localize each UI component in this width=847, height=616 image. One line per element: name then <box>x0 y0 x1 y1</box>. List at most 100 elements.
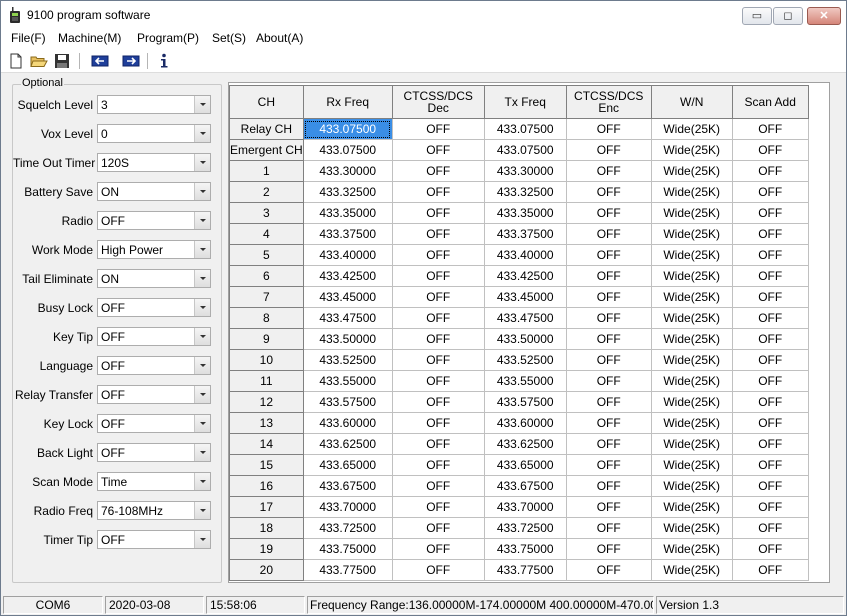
table-cell[interactable]: OFF <box>565 286 652 308</box>
channel-label-cell[interactable]: 3 <box>229 202 304 224</box>
channel-label-cell[interactable]: 10 <box>229 349 304 371</box>
table-cell[interactable]: OFF <box>565 349 652 371</box>
new-file-icon[interactable] <box>7 52 25 70</box>
channel-label-cell[interactable]: Relay CH <box>229 118 304 140</box>
table-cell[interactable]: Wide(25K) <box>650 202 733 224</box>
battery-save-select[interactable]: ON <box>97 182 211 201</box>
table-cell[interactable]: Wide(25K) <box>650 244 733 266</box>
table-cell[interactable]: 433.60000 <box>483 412 567 434</box>
read-from-radio-icon[interactable] <box>91 52 109 70</box>
chevron-down-icon[interactable] <box>194 415 210 432</box>
table-cell[interactable]: OFF <box>391 139 485 161</box>
chevron-down-icon[interactable] <box>194 531 210 548</box>
chevron-down-icon[interactable] <box>194 212 210 229</box>
table-cell[interactable]: OFF <box>391 412 485 434</box>
table-cell[interactable]: 433.50000 <box>302 328 393 350</box>
table-cell[interactable]: OFF <box>391 307 485 329</box>
table-cell[interactable]: 433.67500 <box>302 475 393 497</box>
table-cell[interactable]: 433.45000 <box>302 286 393 308</box>
table-cell[interactable]: 433.72500 <box>483 517 567 539</box>
channel-label-cell[interactable]: 15 <box>229 454 304 476</box>
timer-tip-select[interactable]: OFF <box>97 530 211 549</box>
back-light-select[interactable]: OFF <box>97 443 211 462</box>
table-cell[interactable]: 433.52500 <box>483 349 567 371</box>
table-cell[interactable]: OFF <box>391 265 485 287</box>
table-cell[interactable]: OFF <box>731 160 809 182</box>
chevron-down-icon[interactable] <box>194 299 210 316</box>
table-cell[interactable]: Wide(25K) <box>650 223 733 245</box>
channel-label-cell[interactable]: 1 <box>229 160 304 182</box>
table-cell[interactable]: Wide(25K) <box>650 328 733 350</box>
chevron-down-icon[interactable] <box>194 154 210 171</box>
table-cell[interactable]: OFF <box>391 223 485 245</box>
channel-label-cell[interactable]: 9 <box>229 328 304 350</box>
table-cell[interactable]: Wide(25K) <box>650 433 733 455</box>
table-cell[interactable]: 433.72500 <box>302 517 393 539</box>
channel-label-cell[interactable]: 8 <box>229 307 304 329</box>
table-cell[interactable]: OFF <box>565 328 652 350</box>
table-cell[interactable]: 433.07500 <box>483 118 567 140</box>
table-cell[interactable]: Wide(25K) <box>650 412 733 434</box>
radio-select[interactable]: OFF <box>97 211 211 230</box>
chevron-down-icon[interactable] <box>194 241 210 258</box>
table-cell[interactable]: OFF <box>731 412 809 434</box>
table-cell[interactable]: 433.75000 <box>483 538 567 560</box>
channel-label-cell[interactable]: 11 <box>229 370 304 392</box>
maximize-button[interactable]: ◻ <box>773 7 803 25</box>
table-cell[interactable]: OFF <box>565 160 652 182</box>
table-cell[interactable]: 433.32500 <box>302 181 393 203</box>
table-cell[interactable]: Wide(25K) <box>650 181 733 203</box>
table-cell[interactable]: OFF <box>391 286 485 308</box>
table-cell[interactable]: 433.60000 <box>302 412 393 434</box>
table-cell[interactable]: 433.32500 <box>483 181 567 203</box>
table-cell[interactable]: Wide(25K) <box>650 559 733 581</box>
language-select[interactable]: OFF <box>97 356 211 375</box>
table-cell[interactable]: OFF <box>731 349 809 371</box>
table-cell[interactable]: OFF <box>731 202 809 224</box>
table-cell[interactable]: OFF <box>565 118 652 140</box>
table-cell[interactable]: OFF <box>391 454 485 476</box>
table-cell[interactable]: 433.07500 <box>302 118 393 140</box>
table-cell[interactable]: OFF <box>391 328 485 350</box>
table-cell[interactable]: 433.47500 <box>302 307 393 329</box>
table-cell[interactable]: 433.45000 <box>483 286 567 308</box>
save-disk-icon[interactable] <box>53 52 71 70</box>
chevron-down-icon[interactable] <box>194 270 210 287</box>
table-cell[interactable]: 433.70000 <box>302 496 393 518</box>
table-cell[interactable]: 433.62500 <box>302 433 393 455</box>
table-cell[interactable]: 433.37500 <box>483 223 567 245</box>
table-cell[interactable]: 433.42500 <box>483 265 567 287</box>
time-out-timer-select[interactable]: 120S <box>97 153 211 172</box>
table-cell[interactable]: 433.62500 <box>483 433 567 455</box>
table-cell[interactable]: Wide(25K) <box>650 118 733 140</box>
title-bar[interactable]: 9100 program software ▭ ◻ ✕ <box>1 1 846 29</box>
table-cell[interactable]: OFF <box>391 160 485 182</box>
table-cell[interactable]: OFF <box>731 118 809 140</box>
channel-label-cell[interactable]: 17 <box>229 496 304 518</box>
menu-machine[interactable]: Machine(M) <box>58 31 121 45</box>
chevron-down-icon[interactable] <box>194 444 210 461</box>
minimize-button[interactable]: ▭ <box>742 7 772 25</box>
table-cell[interactable]: OFF <box>391 181 485 203</box>
table-cell[interactable]: Wide(25K) <box>650 517 733 539</box>
table-cell[interactable]: 433.55000 <box>302 370 393 392</box>
table-cell[interactable]: 433.52500 <box>302 349 393 371</box>
table-cell[interactable]: 433.75000 <box>302 538 393 560</box>
table-cell[interactable]: 433.35000 <box>302 202 393 224</box>
chevron-down-icon[interactable] <box>194 386 210 403</box>
column-header[interactable]: Tx Freq <box>483 85 567 119</box>
channel-label-cell[interactable]: 13 <box>229 412 304 434</box>
table-cell[interactable]: OFF <box>731 454 809 476</box>
column-header[interactable]: Rx Freq <box>302 85 393 119</box>
chevron-down-icon[interactable] <box>194 328 210 345</box>
column-header[interactable]: W/N <box>650 85 733 119</box>
table-cell[interactable]: 433.70000 <box>483 496 567 518</box>
table-cell[interactable]: OFF <box>731 559 809 581</box>
table-cell[interactable]: OFF <box>731 328 809 350</box>
table-cell[interactable]: Wide(25K) <box>650 307 733 329</box>
table-cell[interactable]: OFF <box>565 265 652 287</box>
column-header[interactable]: CH <box>229 85 304 119</box>
table-cell[interactable]: OFF <box>731 433 809 455</box>
table-cell[interactable]: OFF <box>391 517 485 539</box>
channel-label-cell[interactable]: 12 <box>229 391 304 413</box>
